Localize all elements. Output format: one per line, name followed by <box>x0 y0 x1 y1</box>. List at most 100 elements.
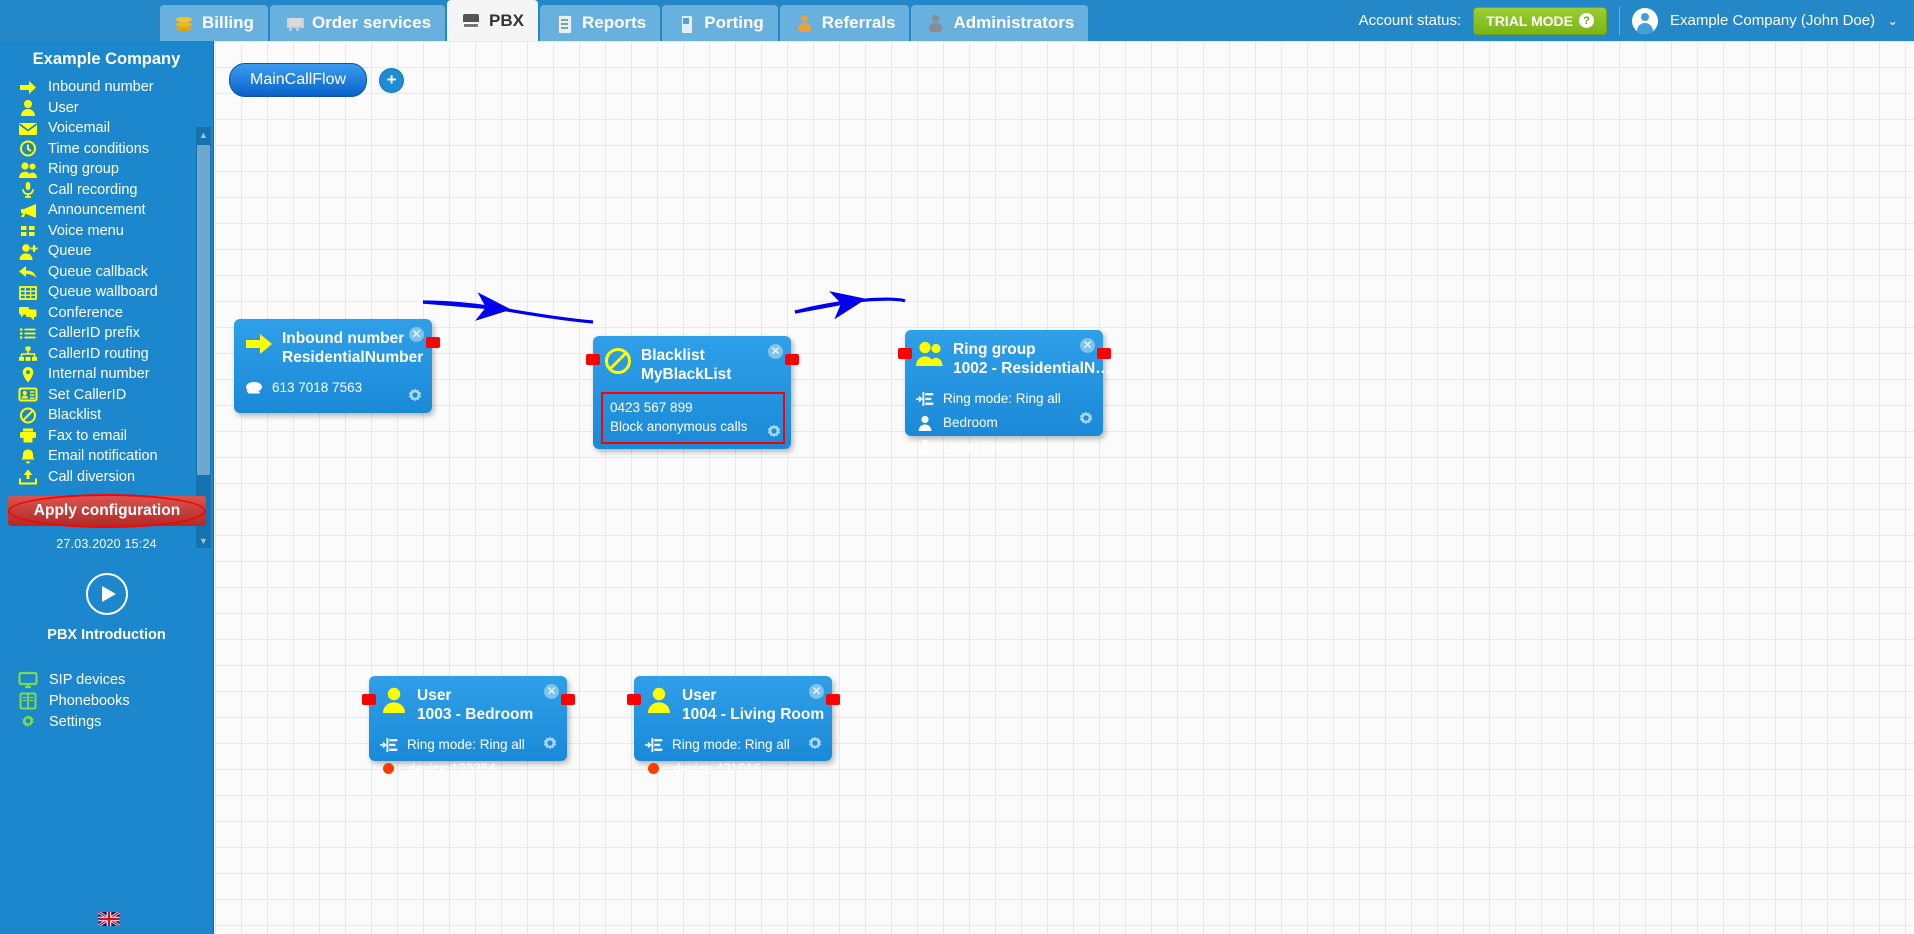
sidebar-item-label: Email notification <box>48 448 158 465</box>
add-flow-icon[interactable]: + <box>379 67 405 93</box>
help-icon[interactable]: ? <box>1579 13 1594 28</box>
sidebar-item-internal-number[interactable]: Internal number <box>0 364 198 385</box>
sidebar-item-conference[interactable]: Conference <box>0 303 198 324</box>
node-row-text: Ring mode: Ring all <box>943 391 1061 407</box>
node-input-port[interactable] <box>627 694 641 705</box>
node-user-1004[interactable]: User 1004 - Living Room Ring mode: Ring … <box>627 676 840 776</box>
sidebar-item-voicemail[interactable]: Voicemail <box>0 118 198 139</box>
sidebar-item-label: Ring group <box>48 161 119 178</box>
user-menu-label[interactable]: Example Company (John Doe) <box>1670 12 1875 29</box>
node-row: 613 7018 7563 <box>245 376 422 400</box>
play-video-button[interactable] <box>85 573 128 615</box>
tab-pbx-label: PBX <box>489 10 525 30</box>
node-output-port[interactable] <box>785 354 799 365</box>
call-flow-canvas[interactable]: MainCallFlow + Inbound number Residentia… <box>215 41 1914 934</box>
node-row: Bedroom <box>916 411 1093 435</box>
user-icon <box>644 686 674 718</box>
sidebar-item-set-callerid[interactable]: Set CallerID <box>0 385 198 406</box>
block-circle-icon <box>18 407 38 424</box>
sidebar-item-queue-wallboard[interactable]: Queue wallboard <box>0 282 198 303</box>
node-type-label: User <box>417 687 452 704</box>
user-icon <box>18 99 38 117</box>
sidebar-item-callerid-prefix[interactable]: CallerID prefix <box>0 323 198 344</box>
sidebar-scrollbar[interactable]: ▲ ▼ <box>196 127 211 548</box>
gear-icon[interactable] <box>1076 410 1096 430</box>
node-output-port[interactable] <box>561 694 575 705</box>
node-name-label: MyBlackList <box>641 366 732 384</box>
node-input-port[interactable] <box>586 354 600 365</box>
node-row: device 123354 <box>380 757 557 781</box>
tab-pbx[interactable]: PBX <box>447 0 539 41</box>
flow-tab-maincallflow[interactable]: MainCallFlow <box>229 63 368 97</box>
sidebar-item-blacklist[interactable]: Blacklist <box>0 405 198 426</box>
scrollbar-thumb[interactable] <box>197 145 210 475</box>
sidebar-item-callerid-routing[interactable]: CallerID routing <box>0 344 198 365</box>
node-input-port[interactable] <box>898 348 912 359</box>
gear-icon[interactable] <box>805 735 825 755</box>
tab-reports[interactable]: Reports <box>540 5 661 41</box>
node-rows: Ring mode: Ring all device 123354 <box>369 729 567 781</box>
node-type-label: Inbound number <box>282 330 405 347</box>
tab-order-services[interactable]: Order services <box>269 5 446 41</box>
sidebar-item-settings[interactable]: Settings <box>0 711 213 732</box>
apply-configuration-button[interactable]: Apply configuration <box>8 496 206 526</box>
tab-referrals[interactable]: Referrals <box>779 5 910 41</box>
users-group-icon <box>18 161 38 178</box>
sidebar-item-user[interactable]: User <box>0 98 198 119</box>
node-blacklist[interactable]: Blacklist MyBlackList 0423 567 899 Block… <box>586 336 799 449</box>
node-output-port[interactable] <box>826 694 840 705</box>
sidebar-item-queue[interactable]: Queue <box>0 241 198 262</box>
sidebar-item-inbound-number[interactable]: Inbound number <box>0 77 198 98</box>
sidebar-item-fax-to-email[interactable]: Fax to email <box>0 426 198 447</box>
close-icon[interactable]: ✕ <box>1080 338 1095 353</box>
gear-icon[interactable] <box>540 735 560 755</box>
account-status-label: Account status: <box>1358 12 1462 29</box>
node-row-text: device 431016 <box>673 761 761 777</box>
scroll-up-icon[interactable]: ▲ <box>196 127 211 142</box>
gear-icon[interactable] <box>405 387 425 407</box>
ring-mode-icon <box>380 737 398 753</box>
node-inbound-number[interactable]: Inbound number ResidentialNumber 613 701… <box>234 319 440 413</box>
avatar <box>1632 7 1658 34</box>
sidebar-item-label: Queue wallboard <box>48 284 158 301</box>
node-ring-group[interactable]: Ring group 1002 - ResidentialN… Ring mod… <box>898 330 1111 455</box>
sidebar-item-ring-group[interactable]: Ring group <box>0 159 198 180</box>
uk-flag-icon[interactable] <box>98 912 120 926</box>
gear-icon <box>18 713 38 731</box>
person-icon <box>925 13 945 33</box>
trial-mode-badge[interactable]: TRIAL MODE ? <box>1473 6 1607 35</box>
node-row: Ring mode: Ring all <box>916 387 1093 411</box>
sidebar-item-announcement[interactable]: Announcement <box>0 200 198 221</box>
node-name-label: 1004 - Living Room <box>682 706 825 724</box>
tab-billing[interactable]: Billing <box>160 5 268 41</box>
tab-porting[interactable]: Porting <box>662 5 778 41</box>
close-icon[interactable]: ✕ <box>809 684 824 699</box>
sidebar-item-sip-devices[interactable]: SIP devices <box>0 669 213 690</box>
sidebar-item-voice-menu[interactable]: Voice menu <box>0 221 198 242</box>
user-icon <box>916 439 934 455</box>
close-icon[interactable]: ✕ <box>768 344 783 359</box>
node-row: Ring mode: Ring all <box>380 733 557 757</box>
sidebar-item-call-diversion[interactable]: Call diversion <box>0 467 198 488</box>
sidebar-item-label: Set CallerID <box>48 386 127 403</box>
sidebar-item-queue-callback[interactable]: Queue callback <box>0 262 198 283</box>
node-output-port[interactable] <box>1097 348 1111 359</box>
sidebar-item-call-recording[interactable]: Call recording <box>0 180 198 201</box>
scroll-down-icon[interactable]: ▼ <box>196 533 211 548</box>
sidebar-item-phonebooks[interactable]: Phonebooks <box>0 690 213 711</box>
tab-administrators[interactable]: Administrators <box>911 5 1089 41</box>
close-icon[interactable]: ✕ <box>544 684 559 699</box>
user-icon <box>379 686 409 718</box>
close-icon[interactable]: ✕ <box>409 327 424 342</box>
sidebar-item-label: CallerID routing <box>48 345 149 362</box>
book-icon <box>18 692 38 710</box>
chevron-down-icon[interactable]: ⌄ <box>1887 13 1898 29</box>
gear-icon[interactable] <box>764 423 784 443</box>
node-input-port[interactable] <box>362 694 376 705</box>
sidebar-item-email-notification[interactable]: Email notification <box>0 446 198 467</box>
node-user-1003[interactable]: User 1003 - Bedroom Ring mode: Ring all … <box>362 676 575 776</box>
flow-connectors <box>422 291 906 324</box>
sidebar-item-time-conditions[interactable]: Time conditions <box>0 139 198 160</box>
node-output-port[interactable] <box>426 337 440 348</box>
shopping-cart-icon <box>284 13 304 33</box>
